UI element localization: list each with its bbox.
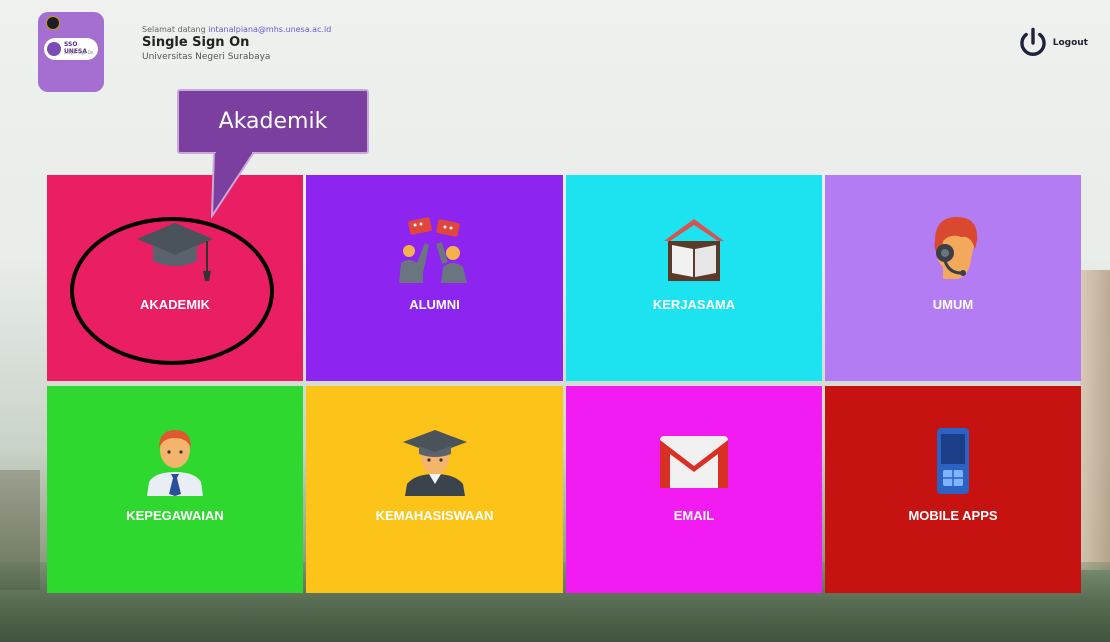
employee-icon bbox=[147, 430, 203, 496]
tile-mobile-apps[interactable]: MOBILE APPS bbox=[825, 386, 1081, 593]
student-icon bbox=[402, 430, 467, 496]
tile-umum[interactable]: UMUM bbox=[825, 175, 1081, 381]
university-name: Universitas Negeri Surabaya bbox=[142, 52, 271, 62]
tile-alumni[interactable]: ALUMNI bbox=[306, 175, 563, 381]
app-tile-grid: AKADEMIK ALUMNI KERJASAMA UMUM KEPEGAWAI… bbox=[47, 175, 1081, 594]
power-icon bbox=[1020, 27, 1046, 56]
tile-label: KERJASAMA bbox=[652, 297, 736, 312]
tile-label: MOBILE APPS bbox=[908, 508, 998, 523]
welcome-text: Selamat datang intanalpiana@mhs.unesa.ac… bbox=[142, 25, 331, 34]
alumni-icon bbox=[398, 217, 467, 283]
graduation-cap-icon bbox=[137, 223, 213, 281]
tile-label: EMAIL bbox=[673, 508, 715, 523]
sso-logo[interactable]: SSO UNESA Single Sign On bbox=[38, 12, 104, 92]
tile-kemahasiswaan[interactable]: KEMAHASISWAAN bbox=[306, 386, 563, 593]
callout-pointer bbox=[210, 152, 256, 218]
tile-kerjasama[interactable]: KERJASAMA bbox=[566, 175, 822, 381]
gmail-icon bbox=[660, 436, 728, 488]
tile-kepegawaian[interactable]: KEPEGAWAIAN bbox=[47, 386, 303, 593]
app-title: Single Sign On bbox=[142, 35, 250, 50]
logout-button[interactable]: Logout bbox=[1016, 26, 1088, 60]
tile-label: UMUM bbox=[932, 297, 974, 312]
tile-label: KEMAHASISWAAN bbox=[375, 508, 494, 523]
akademik-callout: Akademik bbox=[177, 89, 369, 154]
logout-label: Logout bbox=[1052, 38, 1088, 48]
tile-email[interactable]: EMAIL bbox=[566, 386, 822, 593]
logo-subtext: Single Sign On bbox=[64, 50, 94, 55]
background-building bbox=[1080, 270, 1110, 570]
mobile-phone-icon bbox=[937, 428, 969, 494]
tile-label: KEPEGAWAIAN bbox=[126, 508, 224, 523]
tile-label: AKADEMIK bbox=[139, 297, 211, 312]
headset-person-icon bbox=[934, 217, 978, 279]
book-house-icon bbox=[664, 219, 724, 281]
welcome-prefix: Selamat datang bbox=[142, 25, 209, 34]
lock-icon bbox=[47, 42, 61, 56]
logo-badge: SSO UNESA Single Sign On bbox=[44, 38, 98, 60]
tile-label: ALUMNI bbox=[409, 297, 460, 312]
user-email: intanalpiana@mhs.unesa.ac.id bbox=[208, 25, 332, 34]
tile-akademik[interactable]: AKADEMIK bbox=[47, 175, 303, 381]
university-seal-icon bbox=[46, 16, 60, 30]
